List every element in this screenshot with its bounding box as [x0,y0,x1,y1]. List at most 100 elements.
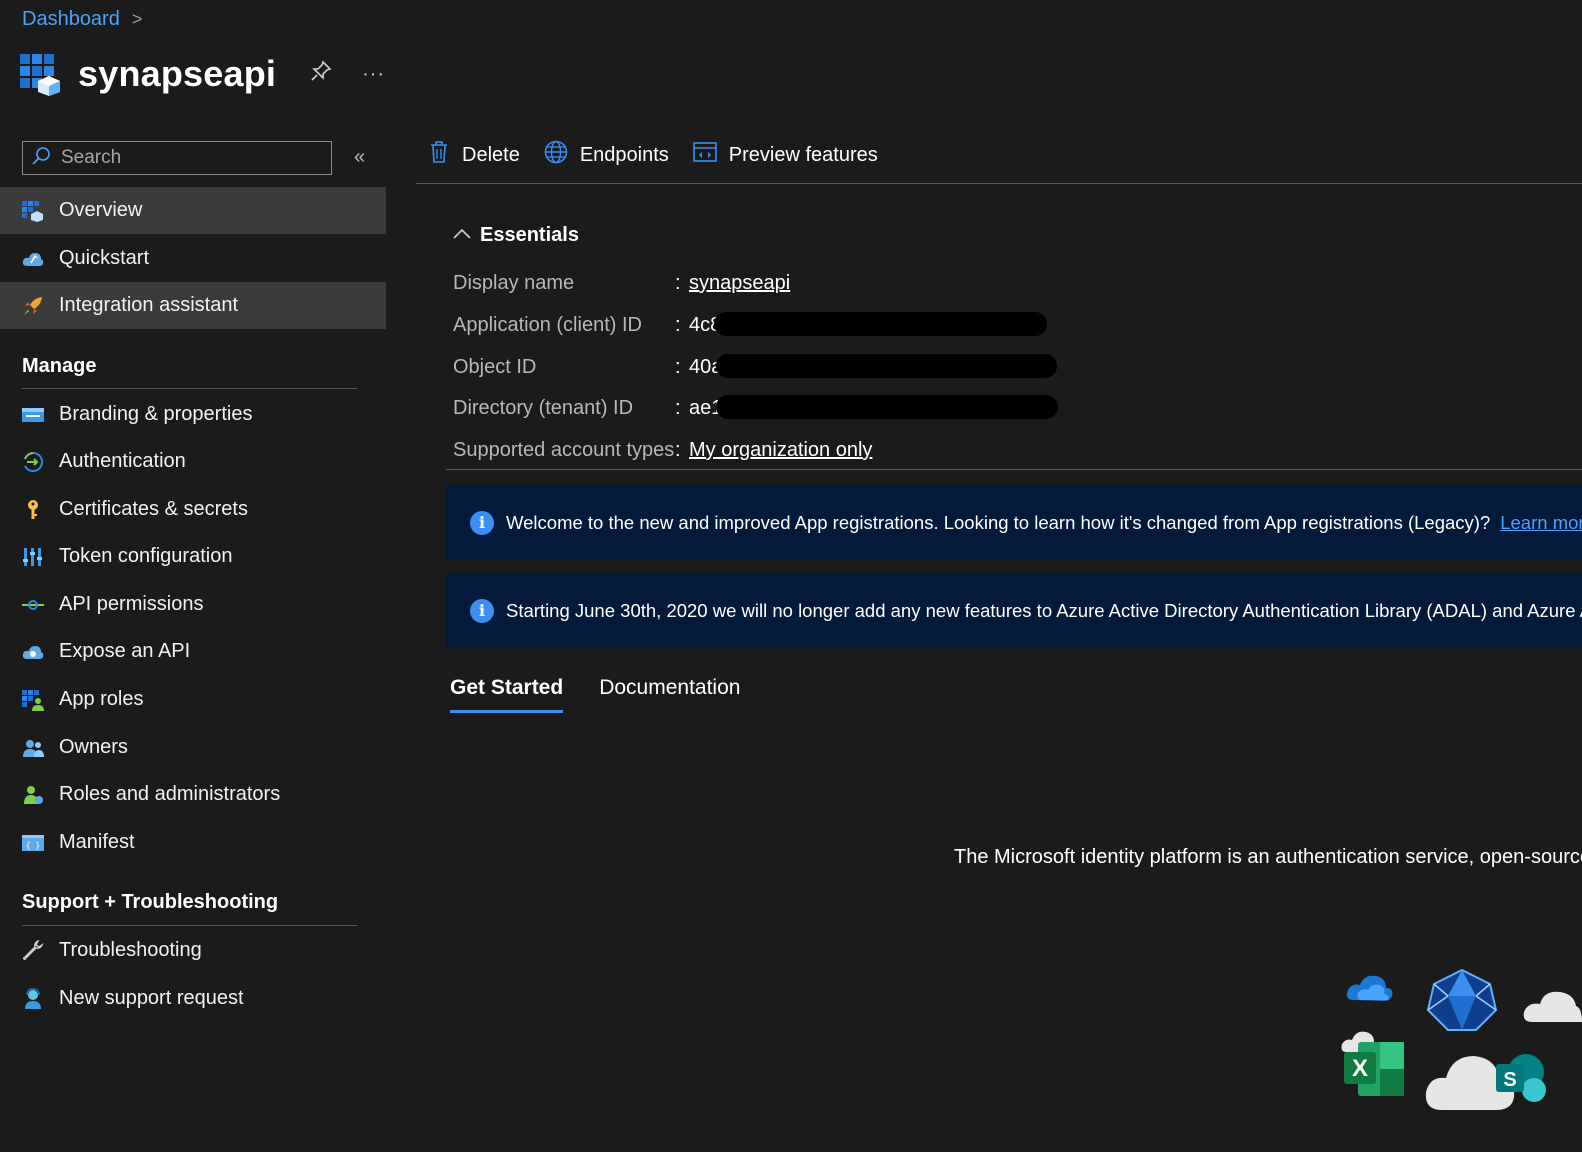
preview-features-icon [692,141,717,169]
app-registration-icon [20,52,62,96]
key-icon [22,499,44,521]
essentials-label: Object ID [453,356,537,378]
essentials-row-account-types: Supported account types : My organizatio… [453,439,872,462]
page-header: synapseapi ··· [20,52,385,96]
sidebar-item-quickstart[interactable]: Quickstart [0,235,386,282]
endpoints-label: Endpoints [579,143,669,166]
identity-platform-description: The Microsoft identity platform is an au… [954,846,1582,868]
essentials-label: Supported account types [453,439,675,461]
roles-icon [22,784,44,806]
sidebar-item-owners[interactable]: Owners [0,724,386,771]
sidebar-item-roles-administrators[interactable]: Roles and administrators [0,771,386,818]
sidebar-item-overview[interactable]: Overview [0,187,386,234]
svg-text:X: X [1352,1055,1368,1082]
delete-button[interactable]: Delete [428,140,520,170]
info-icon: i [470,510,494,535]
sidebar-item-label: New support request [59,987,244,1009]
sidebar-item-label: Certificates & secrets [59,498,248,520]
essentials-heading: Essentials [480,224,579,246]
trash-icon [428,140,450,170]
toolbar-divider [416,183,1582,184]
collapse-sidebar-button[interactable]: « [354,146,365,169]
redaction-mark [716,354,1057,378]
tab-get-started[interactable]: Get Started [450,676,564,713]
account-types-link[interactable]: My organization only [689,439,872,462]
sidebar-item-label: Quickstart [59,247,150,269]
essentials-colon: : [675,314,681,336]
sidebar-item-integration-assistant[interactable]: Integration assistant [0,282,386,329]
display-name-link[interactable]: synapseapi [689,272,790,295]
more-options-button[interactable]: ··· [362,63,385,86]
sidebar-item-manifest[interactable]: { } Manifest [0,819,386,866]
sidebar-item-label: Branding & properties [59,403,253,425]
learn-more-link[interactable]: Learn more [1500,512,1582,534]
essentials-label: Display name [453,272,575,294]
redaction-mark [714,312,1047,336]
delete-label: Delete [462,143,520,166]
info-icon: i [470,598,494,623]
command-toolbar: Delete Endpoints Preview features [428,140,902,170]
sidebar-item-label: API permissions [59,593,204,615]
expose-api-icon [22,641,44,663]
search-input[interactable] [59,146,323,170]
essentials-colon: : [675,272,681,294]
svg-text:S: S [1503,1069,1516,1091]
sidebar-item-label: App roles [59,688,144,710]
breadcrumb-separator: > [131,9,143,29]
tab-documentation[interactable]: Documentation [599,676,740,713]
sidebar-item-label: Troubleshooting [59,939,202,961]
manifest-icon: { } [22,832,44,854]
sidebar-item-branding[interactable]: Branding & properties [0,391,386,438]
sidebar-item-certificates[interactable]: Certificates & secrets [0,486,386,533]
essentials-colon: : [675,397,681,419]
content-tabs: Get Started Documentation [450,676,776,713]
sidebar-item-label: Roles and administrators [59,783,281,805]
manage-heading: Manage [22,355,97,377]
overview-icon [22,200,44,222]
endpoints-button[interactable]: Endpoints [544,140,669,170]
service-illustration: X S [1340,966,1582,1116]
chevron-up-icon [452,224,472,247]
breadcrumb-dashboard-link[interactable]: Dashboard [22,8,120,31]
preview-features-label: Preview features [728,143,878,166]
sidebar-item-label: Integration assistant [59,294,238,316]
onedrive-cloud-icon [1346,975,1393,1001]
essentials-colon: : [675,356,681,378]
banner-text: Starting June 30th, 2020 we will no long… [506,599,1582,621]
preview-features-button[interactable]: Preview features [692,141,878,169]
sidebar-item-app-roles[interactable]: App roles [0,676,386,723]
essentials-divider [446,469,1582,470]
sidebar-item-token-configuration[interactable]: Token configuration [0,533,386,580]
essentials-row-display-name: Display name : synapseapi [453,272,790,295]
banner-text: Welcome to the new and improved App regi… [506,511,1491,533]
sidebar-item-authentication[interactable]: Authentication [0,438,386,485]
sidebar-item-label: Overview [59,199,143,221]
sidebar-item-label: Authentication [59,450,186,472]
support-heading: Support + Troubleshooting [22,891,279,913]
wrench-icon [22,939,44,962]
app-roles-icon [22,689,44,711]
sidebar-item-new-support-request[interactable]: New support request [0,975,386,1022]
essentials-row-tenant-id: Directory (tenant) ID : ae1 [453,397,722,420]
support-divider [22,925,357,926]
essentials-row-object-id: Object ID : 40a [453,356,722,379]
essentials-label: Directory (tenant) ID [453,397,634,419]
authentication-icon [22,451,44,473]
token-icon [22,546,44,568]
pin-icon[interactable] [310,60,332,88]
essentials-colon: : [675,439,681,461]
search-icon [31,146,51,171]
sidebar-item-api-permissions[interactable]: API permissions [0,581,386,628]
sidebar-item-troubleshooting[interactable]: Troubleshooting [0,927,386,974]
essentials-row-client-id: Application (client) ID : 4c8 [453,314,721,337]
cloud-icon [1523,991,1582,1022]
svg-text:{ }: { } [26,841,40,850]
info-banner-app-registrations: i Welcome to the new and improved App re… [446,486,1582,559]
api-permissions-icon [22,594,44,616]
essentials-toggle[interactable]: Essentials [452,224,579,247]
sidebar-item-label: Expose an API [59,640,191,662]
sidebar-item-label: Token configuration [59,545,233,567]
sidebar-search-box[interactable] [22,141,332,175]
info-banner-adal: i Starting June 30th, 2020 we will no lo… [446,574,1582,647]
sidebar-item-expose-api[interactable]: Expose an API [0,628,386,675]
